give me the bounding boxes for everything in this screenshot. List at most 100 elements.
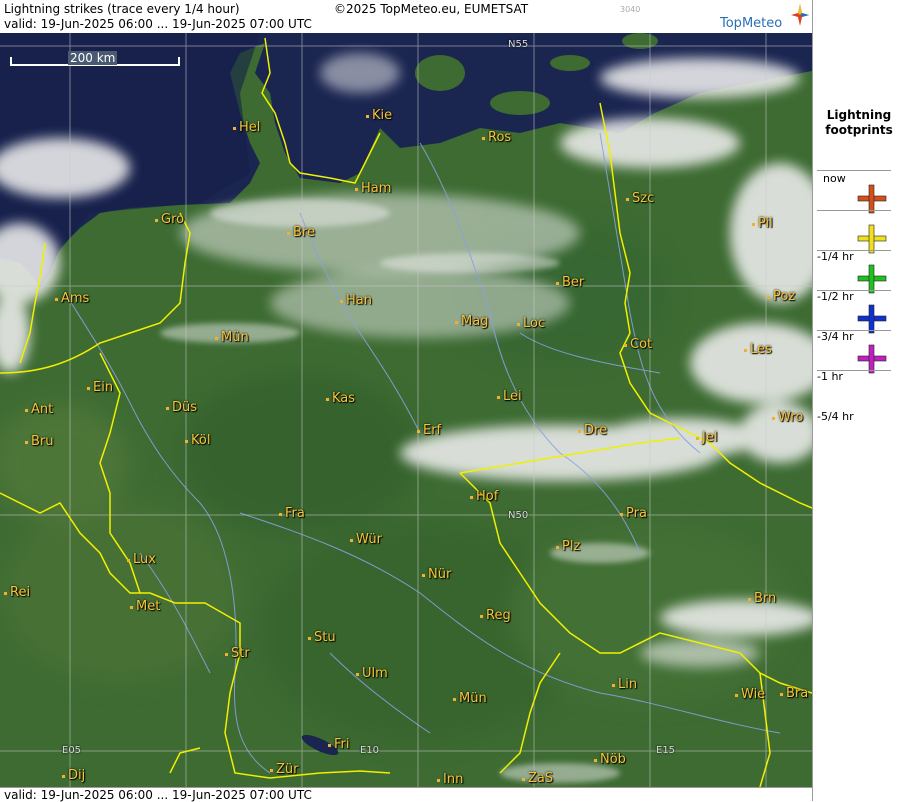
city-name: Fra xyxy=(285,506,305,521)
city-name: Fri xyxy=(334,737,350,752)
city-label: Ros xyxy=(482,131,511,145)
city-name: Nöb xyxy=(600,752,626,767)
city-label: Reg xyxy=(480,609,511,623)
city-marker-icon xyxy=(366,115,369,118)
grid-label-n55: N55 xyxy=(508,39,529,50)
city-label: Mün xyxy=(215,331,249,345)
city-name: Lin xyxy=(618,677,638,692)
city-name: Köl xyxy=(191,433,211,448)
city-name: Ams xyxy=(61,291,90,306)
city-label: Fri xyxy=(328,738,350,752)
city-label: Szc xyxy=(626,192,654,206)
city-marker-icon xyxy=(556,546,559,549)
city-name: Ber xyxy=(562,275,585,290)
city-label: Pil xyxy=(752,217,773,231)
map-code: 3040 xyxy=(620,5,641,14)
city-name: Rei xyxy=(10,585,31,600)
city-label: Erf xyxy=(417,424,441,438)
legend-level: -5/4 hr xyxy=(813,370,904,423)
city-marker-icon xyxy=(780,693,783,696)
city-marker-icon xyxy=(748,598,751,601)
city-label: Ber xyxy=(556,276,584,290)
city-marker-icon xyxy=(166,407,169,410)
city-name: Brn xyxy=(754,591,777,606)
city-label: Ham xyxy=(355,182,391,196)
city-name: Gro xyxy=(161,212,185,227)
city-name: Stu xyxy=(314,630,336,645)
city-label: Bra xyxy=(780,687,808,701)
city-marker-icon xyxy=(480,615,483,618)
city-label: Ulm xyxy=(356,667,388,681)
city-label: Mün xyxy=(453,692,487,706)
city-label: Met xyxy=(130,600,160,614)
city-label: Kie xyxy=(366,109,392,123)
city-name: ZaS xyxy=(528,771,554,786)
city-label: Wro xyxy=(772,411,803,425)
city-label: Wür xyxy=(350,533,382,547)
city-label: Cot xyxy=(624,338,652,352)
city-name: Ros xyxy=(488,130,512,145)
city-label: Ein xyxy=(87,381,113,395)
city-name: Pil xyxy=(758,216,773,231)
city-label: Brn xyxy=(748,592,776,606)
city-label: Lei xyxy=(497,390,522,404)
city-label: Loc xyxy=(517,317,545,331)
city-marker-icon xyxy=(612,684,615,687)
city-marker-icon xyxy=(744,349,747,352)
city-name: Jel xyxy=(702,430,718,445)
scale-bar: 200 km xyxy=(10,51,180,69)
satellite-map[interactable]: 200 km N55 N50 E05 E10 E15 Kie Hel Ros Ham S… xyxy=(0,33,812,787)
city-marker-icon xyxy=(127,559,130,562)
city-name: Ham xyxy=(361,181,392,196)
city-label: Plz xyxy=(556,540,580,554)
valid-time: valid: 19-Jun-2025 06:00 ... 19-Jun-2025… xyxy=(4,17,312,31)
city-label: Lin xyxy=(612,678,637,692)
legend-level: -1/4 hr xyxy=(813,210,904,263)
city-name: Lux xyxy=(133,552,156,567)
city-label: Inn xyxy=(437,773,463,787)
city-marker-icon xyxy=(287,232,290,235)
scale-bar-tick-right xyxy=(178,57,180,66)
city-label: Düs xyxy=(166,401,197,415)
city-name: Mün xyxy=(459,691,487,706)
city-name: Dre xyxy=(584,423,608,438)
city-label: Fra xyxy=(279,507,305,521)
city-label: Wie xyxy=(735,688,765,702)
city-label: Ant xyxy=(25,403,53,417)
city-marker-icon xyxy=(355,188,358,191)
scale-bar-label: 200 km xyxy=(68,51,118,65)
city-name: Les xyxy=(750,342,772,357)
city-marker-icon xyxy=(772,417,775,420)
city-name: Bru xyxy=(31,434,54,449)
city-marker-icon xyxy=(767,296,770,299)
city-marker-icon xyxy=(328,744,331,747)
map-title: Lightning strikes (trace every 1/4 hour) xyxy=(4,2,240,16)
city-name: Hel xyxy=(239,120,261,135)
city-name: Met xyxy=(136,599,161,614)
city-name: Str xyxy=(231,646,250,661)
city-marker-icon xyxy=(422,574,425,577)
topmeteo-logo[interactable]: TopMeteo xyxy=(720,2,810,32)
city-label: Nöb xyxy=(594,753,626,767)
city-label: Hel xyxy=(233,121,260,135)
city-name: Zür xyxy=(276,762,299,777)
grid-label-e15: E15 xyxy=(656,745,676,756)
city-marker-icon xyxy=(25,409,28,412)
city-marker-icon xyxy=(233,127,236,130)
city-name: Han xyxy=(346,293,372,308)
legend-level: -1 hr xyxy=(813,330,904,383)
city-name: Nür xyxy=(428,567,452,582)
legend-level-label: now xyxy=(823,172,846,185)
grid-label-e05: E05 xyxy=(62,745,82,756)
city-name: Dij xyxy=(68,768,86,783)
city-label: Bre xyxy=(287,226,315,240)
city-name: Lei xyxy=(503,389,522,404)
city-marker-icon xyxy=(225,653,228,656)
city-name: Plz xyxy=(562,539,581,554)
legend-level-label: -5/4 hr xyxy=(817,410,854,423)
city-label: Gro xyxy=(155,213,184,227)
city-name: Mag xyxy=(461,314,489,329)
legend-title: Lightning footprints xyxy=(813,108,904,138)
city-marker-icon xyxy=(455,321,458,324)
grid-label-e10: E10 xyxy=(360,745,380,756)
